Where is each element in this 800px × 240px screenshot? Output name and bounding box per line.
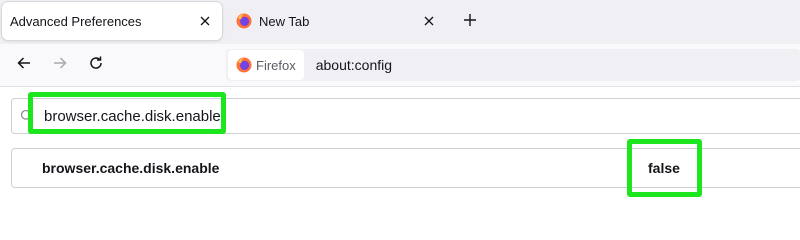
highlight-box-value	[627, 139, 702, 197]
identity-label: Firefox	[256, 57, 296, 73]
tab-new-tab[interactable]: New Tab	[228, 2, 446, 40]
tab-title: Advanced Preferences	[10, 13, 142, 29]
nav-bar: Firefox about:config	[0, 44, 800, 87]
back-arrow-icon	[16, 55, 32, 76]
close-icon[interactable]	[418, 10, 440, 32]
url-text[interactable]: about:config	[316, 57, 392, 73]
tab-advanced-preferences[interactable]: Advanced Preferences	[2, 2, 222, 40]
tab-title: New Tab	[259, 13, 310, 29]
new-tab-button[interactable]	[458, 10, 482, 34]
highlight-box-search	[28, 92, 226, 134]
preference-name: browser.cache.disk.enable	[42, 160, 220, 176]
plus-icon	[463, 13, 477, 32]
url-bar[interactable]: Firefox about:config	[226, 49, 800, 81]
reload-button[interactable]	[83, 52, 109, 78]
firefox-logo-icon	[236, 13, 252, 29]
firefox-logo-icon	[236, 57, 252, 73]
back-button[interactable]	[11, 52, 37, 78]
reload-icon	[88, 55, 104, 76]
forward-arrow-icon	[52, 55, 68, 76]
tab-strip: Advanced Preferences New Tab	[0, 0, 800, 44]
identity-box[interactable]: Firefox	[228, 50, 304, 80]
close-icon[interactable]	[194, 10, 216, 32]
forward-button[interactable]	[47, 52, 73, 78]
